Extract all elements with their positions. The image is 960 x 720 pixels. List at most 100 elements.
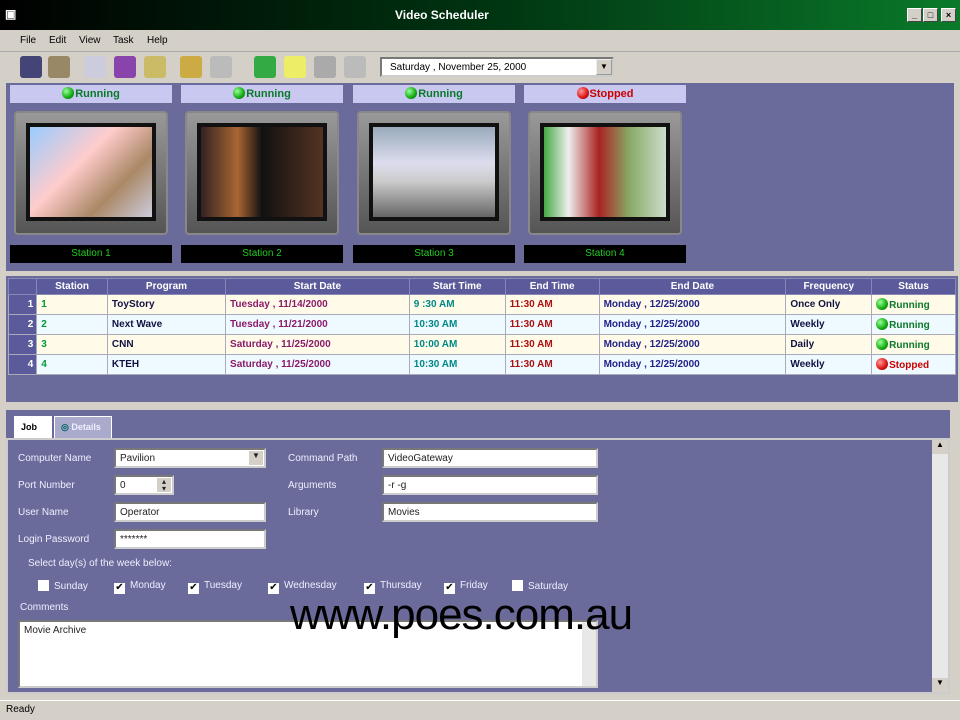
arguments-input[interactable]: -r -g	[382, 475, 598, 495]
cell-end-date[interactable]: Monday , 12/25/2000	[598, 354, 787, 375]
days-label: Select day(s) of the week below:	[28, 558, 172, 569]
copy-icon[interactable]	[84, 56, 106, 78]
monitor-4[interactable]: Stopped Station 4	[524, 85, 686, 267]
scroll-up-icon[interactable]: ▲	[932, 440, 948, 454]
monitor-3[interactable]: Running Station 3	[353, 85, 515, 267]
video-preview[interactable]	[26, 123, 156, 221]
day-checkbox-sunday[interactable]: Sunday	[38, 580, 88, 592]
cell-end-time[interactable]: 11:30 AM	[504, 334, 600, 355]
cell-start-date[interactable]: Tuesday , 11/14/2000	[225, 294, 410, 315]
tab-job[interactable]: Job	[14, 416, 52, 438]
checkbox-icon[interactable]: ✔	[114, 583, 125, 594]
cell-frequency[interactable]: Weekly	[785, 354, 873, 375]
checkbox-icon[interactable]	[38, 580, 49, 591]
password-input[interactable]: *******	[114, 529, 266, 549]
chevron-down-icon[interactable]: ▼	[596, 59, 612, 75]
row-number[interactable]: 2	[7, 314, 38, 335]
day-checkbox-monday[interactable]: ✔ Monday	[114, 580, 166, 594]
row-number[interactable]: 1	[7, 294, 38, 315]
cell-end-time[interactable]: 11:30 AM	[504, 294, 600, 315]
checkbox-icon[interactable]: ✔	[188, 583, 199, 594]
column-header-status[interactable]: Status	[871, 278, 956, 295]
tool-disabled-icon[interactable]	[344, 56, 366, 78]
column-header-start-time[interactable]: Start Time	[408, 278, 506, 295]
video-preview[interactable]	[197, 123, 327, 221]
cell-end-time[interactable]: 11:30 AM	[504, 354, 600, 375]
monitor-1[interactable]: Running Station 1	[10, 85, 172, 267]
cell-program[interactable]: KTEH	[106, 354, 227, 375]
cell-start-date[interactable]: Saturday , 11/25/2000	[225, 334, 410, 355]
user-name-input[interactable]: Operator	[114, 502, 266, 522]
menu-help[interactable]: Help	[147, 35, 168, 46]
checkbox-icon[interactable]: ✔	[268, 583, 279, 594]
form-scrollbar[interactable]: ▲ ▼	[932, 440, 948, 692]
cell-station[interactable]: 1	[36, 294, 108, 315]
tab-details[interactable]: ◎ Details	[54, 416, 112, 438]
notes-icon[interactable]	[144, 56, 166, 78]
menu-edit[interactable]: Edit	[49, 35, 66, 46]
video-preview[interactable]	[540, 123, 670, 221]
cell-frequency[interactable]: Once Only	[785, 294, 873, 315]
maximize-button[interactable]: □	[923, 8, 938, 22]
column-header-end-date[interactable]: End Date	[598, 278, 787, 295]
table-row[interactable]: 3 3 CNN Saturday , 11/25/2000 10:00 AM 11:30 …	[7, 334, 956, 355]
cell-start-time[interactable]: 10:30 AM	[408, 354, 506, 375]
schedule-icon[interactable]	[114, 56, 136, 78]
chevron-down-icon[interactable]: ▼	[249, 451, 263, 465]
cell-status[interactable]: Running	[871, 314, 956, 335]
start-icon[interactable]	[254, 56, 276, 78]
scroll-down-icon[interactable]: ▼	[932, 678, 948, 692]
cell-status[interactable]: Running	[871, 294, 956, 315]
command-path-input[interactable]: VideoGateway	[382, 448, 598, 468]
cell-end-date[interactable]: Monday , 12/25/2000	[598, 334, 787, 355]
library-input[interactable]: Movies	[382, 502, 598, 522]
cell-station[interactable]: 2	[36, 314, 108, 335]
cell-start-time[interactable]: 10:30 AM	[408, 314, 506, 335]
print-icon[interactable]	[48, 56, 70, 78]
row-number[interactable]: 4	[7, 354, 38, 375]
column-header-end-time[interactable]: End Time	[504, 278, 600, 295]
cell-frequency[interactable]: Weekly	[785, 314, 873, 335]
cell-status[interactable]: Stopped	[871, 354, 956, 375]
column-header-frequency[interactable]: Frequency	[785, 278, 873, 295]
computer-name-select[interactable]: Pavilion ▼	[114, 448, 266, 468]
cell-program[interactable]: ToyStory	[106, 294, 227, 315]
menu-view[interactable]: View	[79, 35, 101, 46]
stop-icon[interactable]	[314, 56, 336, 78]
tv-frame	[357, 111, 511, 235]
day-checkbox-tuesday[interactable]: ✔ Tuesday	[188, 580, 242, 594]
cell-start-date[interactable]: Saturday , 11/25/2000	[225, 354, 410, 375]
column-header-start-date[interactable]: Start Date	[225, 278, 410, 295]
video-disabled-icon[interactable]	[210, 56, 232, 78]
cell-status[interactable]: Running	[871, 334, 956, 355]
menu-task[interactable]: Task	[113, 35, 134, 46]
table-row[interactable]: 4 4 KTEH Saturday , 11/25/2000 10:30 AM 11:30…	[7, 354, 956, 375]
menu-file[interactable]: File	[20, 35, 36, 46]
cell-program[interactable]: CNN	[106, 334, 227, 355]
close-button[interactable]: ×	[941, 8, 956, 22]
row-number[interactable]: 3	[7, 334, 38, 355]
cell-start-date[interactable]: Tuesday , 11/21/2000	[225, 314, 410, 335]
cell-station[interactable]: 4	[36, 354, 108, 375]
cell-start-time[interactable]: 10:00 AM	[408, 334, 506, 355]
save-icon[interactable]	[20, 56, 42, 78]
cell-end-time[interactable]: 11:30 AM	[504, 314, 600, 335]
table-row[interactable]: 1 1 ToyStory Tuesday , 11/14/2000 9 :30 AM 11…	[7, 294, 956, 315]
light-icon[interactable]	[284, 56, 306, 78]
minimize-button[interactable]: _	[907, 8, 922, 22]
column-header-station[interactable]: Station	[36, 278, 108, 295]
cell-station[interactable]: 3	[36, 334, 108, 355]
table-row[interactable]: 2 2 Next Wave Tuesday , 11/21/2000 10:30 AM 1…	[7, 314, 956, 335]
port-stepper[interactable]: 0 ▴ ▾	[114, 475, 174, 495]
cell-frequency[interactable]: Daily	[785, 334, 873, 355]
cell-end-date[interactable]: Monday , 12/25/2000	[598, 314, 787, 335]
stepper-arrows-icon[interactable]: ▴ ▾	[157, 478, 171, 493]
column-header-program[interactable]: Program	[106, 278, 227, 295]
video-icon[interactable]	[180, 56, 202, 78]
video-preview[interactable]	[369, 123, 499, 221]
date-picker[interactable]: Saturday , November 25, 2000 ▼	[380, 57, 614, 77]
cell-start-time[interactable]: 9 :30 AM	[408, 294, 506, 315]
cell-end-date[interactable]: Monday , 12/25/2000	[598, 294, 787, 315]
cell-program[interactable]: Next Wave	[106, 314, 227, 335]
monitor-2[interactable]: Running Station 2	[181, 85, 343, 267]
